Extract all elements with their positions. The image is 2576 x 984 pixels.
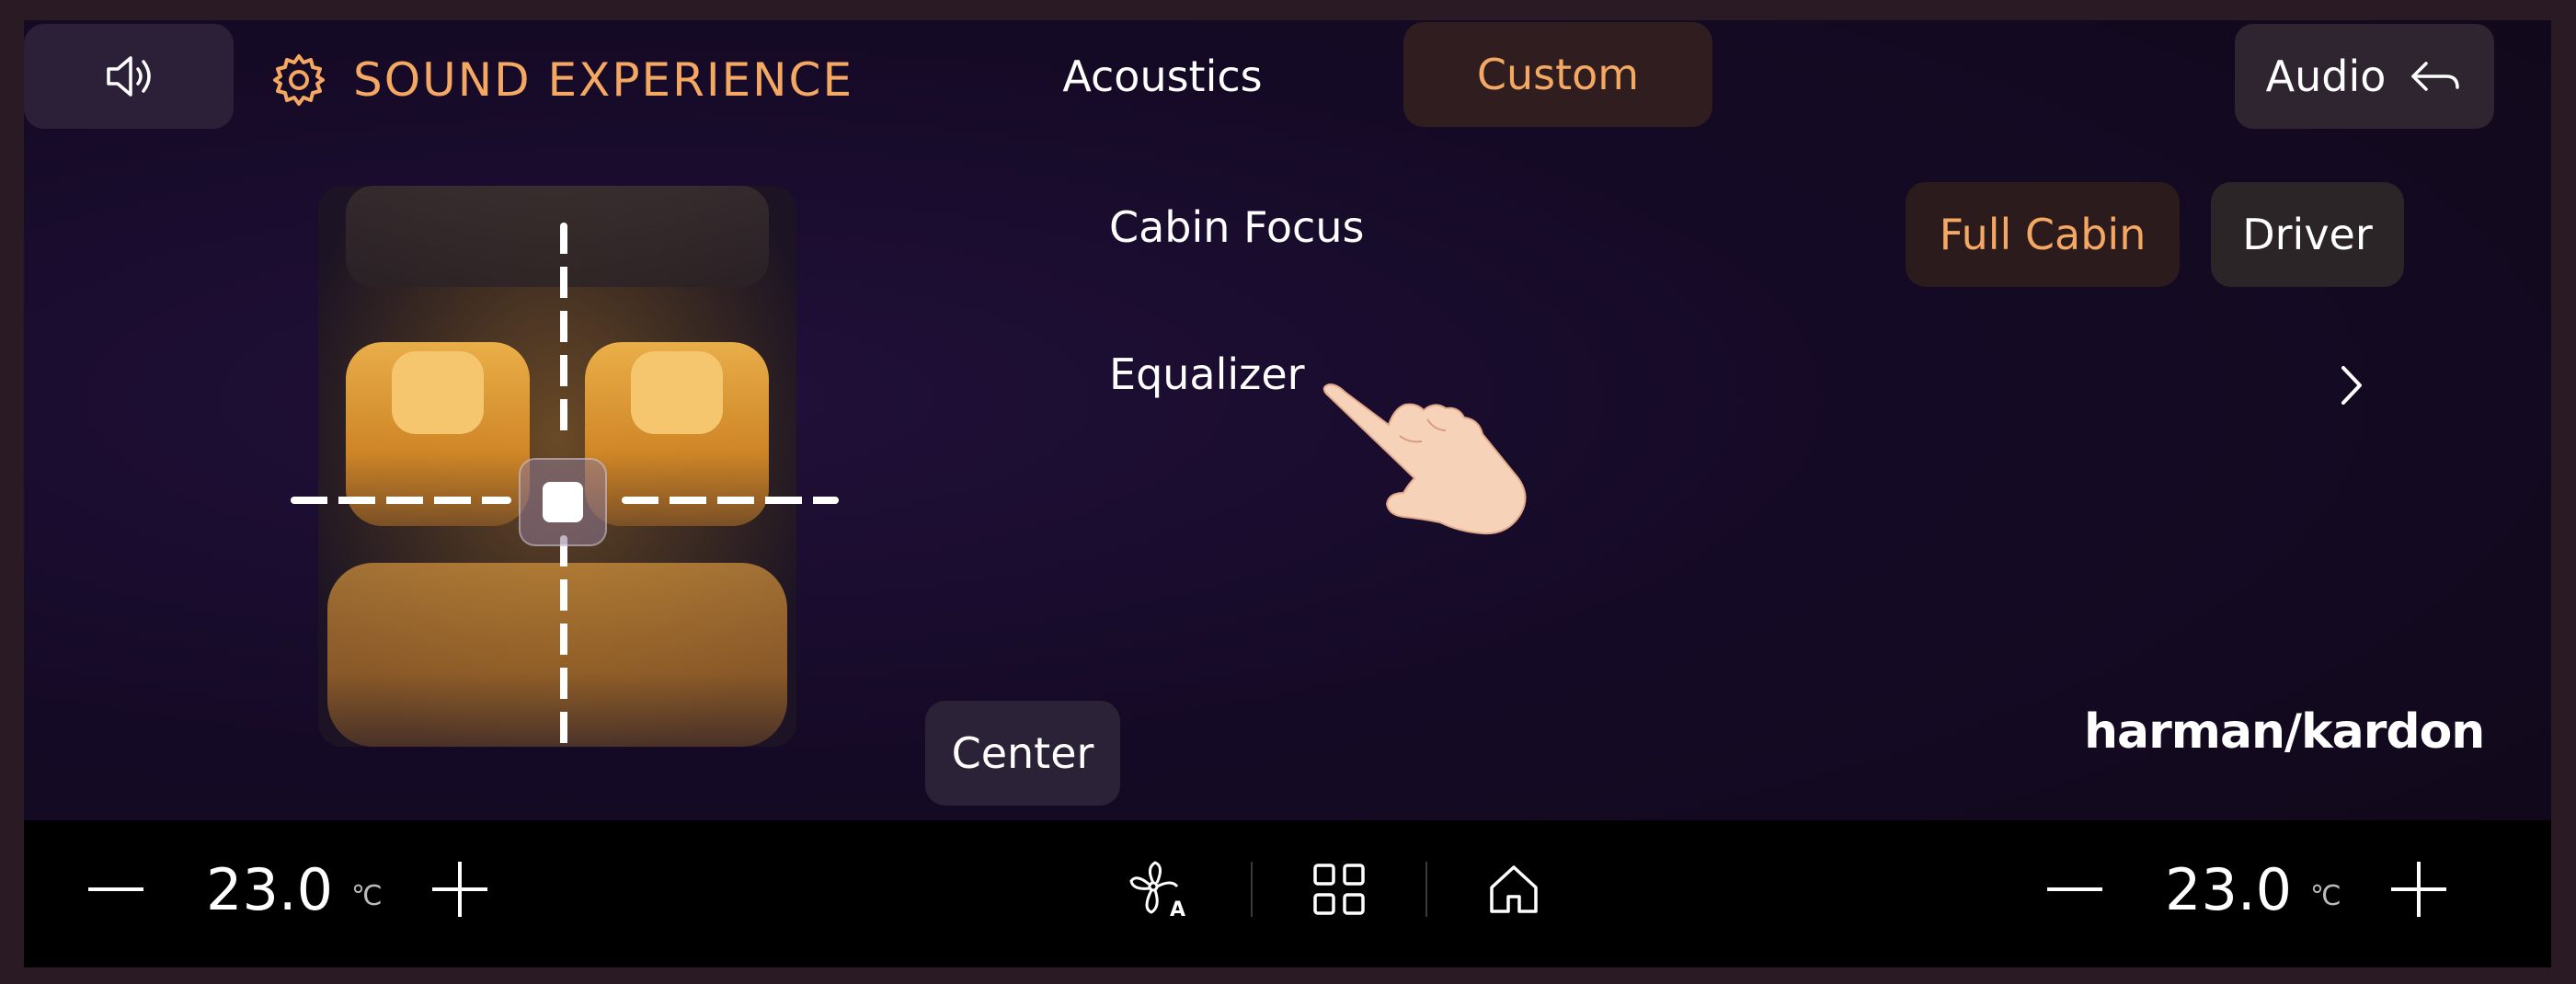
left-climate-control: 23.0 ℃ [88, 820, 487, 958]
right-temperature: 23.0 [2165, 855, 2293, 923]
balance-axis-left [291, 497, 511, 504]
apps-grid-icon[interactable] [1311, 862, 1367, 917]
fan-auto-icon[interactable]: A [1128, 859, 1192, 920]
cabin-focus-label: Cabin Focus [1109, 202, 1365, 252]
quick-icons: A [1128, 820, 1541, 958]
minus-icon[interactable] [88, 885, 143, 894]
driver-button[interactable]: Driver [2211, 182, 2404, 287]
balance-axis-front [560, 223, 567, 434]
full-cabin-button[interactable]: Full Cabin [1906, 182, 2180, 287]
left-temperature: 23.0 [206, 855, 334, 923]
tab-acoustics-label: Acoustics [1062, 51, 1263, 101]
gear-icon [273, 54, 325, 106]
pointing-hand-icon [1322, 383, 1527, 535]
full-cabin-label: Full Cabin [1939, 210, 2147, 259]
audio-label: Audio [2265, 51, 2387, 101]
chevron-right-icon[interactable] [2338, 362, 2365, 408]
divider [1425, 862, 1427, 917]
volume-button[interactable] [24, 24, 234, 129]
driver-label: Driver [2242, 210, 2373, 259]
svg-text:A: A [1170, 898, 1185, 920]
dashboard-shape [346, 186, 769, 287]
center-button[interactable]: Center [925, 701, 1120, 806]
center-label: Center [951, 728, 1094, 778]
front-right-headrest [631, 351, 723, 434]
harman-kardon-logo: harman/kardon [2084, 704, 2485, 760]
balance-axis-rear [560, 535, 567, 747]
audio-back-button[interactable]: Audio [2235, 24, 2494, 129]
right-climate-control: 23.0 ℃ [2047, 820, 2446, 958]
volume-icon [107, 56, 151, 97]
plus-icon[interactable] [2390, 862, 2446, 917]
tab-custom-label: Custom [1476, 50, 1640, 99]
page-title: SOUND EXPERIENCE [353, 53, 854, 107]
tab-custom[interactable]: Custom [1403, 22, 1712, 127]
plus-icon[interactable] [431, 862, 487, 917]
right-temperature-unit: ℃ [2310, 879, 2341, 912]
equalizer-row[interactable]: Equalizer [1109, 349, 1305, 399]
top-bar: SOUND EXPERIENCE Acoustics Custom Audio [24, 20, 2551, 140]
front-left-headrest [392, 351, 484, 434]
climate-bar: 23.0 ℃ A 23.0 ℃ [24, 820, 2551, 967]
sound-experience-screen: SOUND EXPERIENCE Acoustics Custom Audio [24, 20, 2551, 967]
divider [1251, 862, 1253, 917]
balance-handle[interactable] [519, 458, 607, 546]
home-icon[interactable] [1486, 862, 1541, 917]
cabin-focus-map[interactable] [272, 186, 839, 747]
minus-icon[interactable] [2047, 885, 2102, 894]
rear-bench-seat [327, 563, 787, 747]
page-title-group: SOUND EXPERIENCE [270, 48, 853, 112]
left-temperature-unit: ℃ [351, 879, 383, 912]
tab-acoustics[interactable]: Acoustics [1052, 24, 1273, 129]
balance-handle-dot [543, 482, 583, 522]
balance-axis-right [622, 497, 839, 504]
back-arrow-icon [2411, 62, 2460, 91]
